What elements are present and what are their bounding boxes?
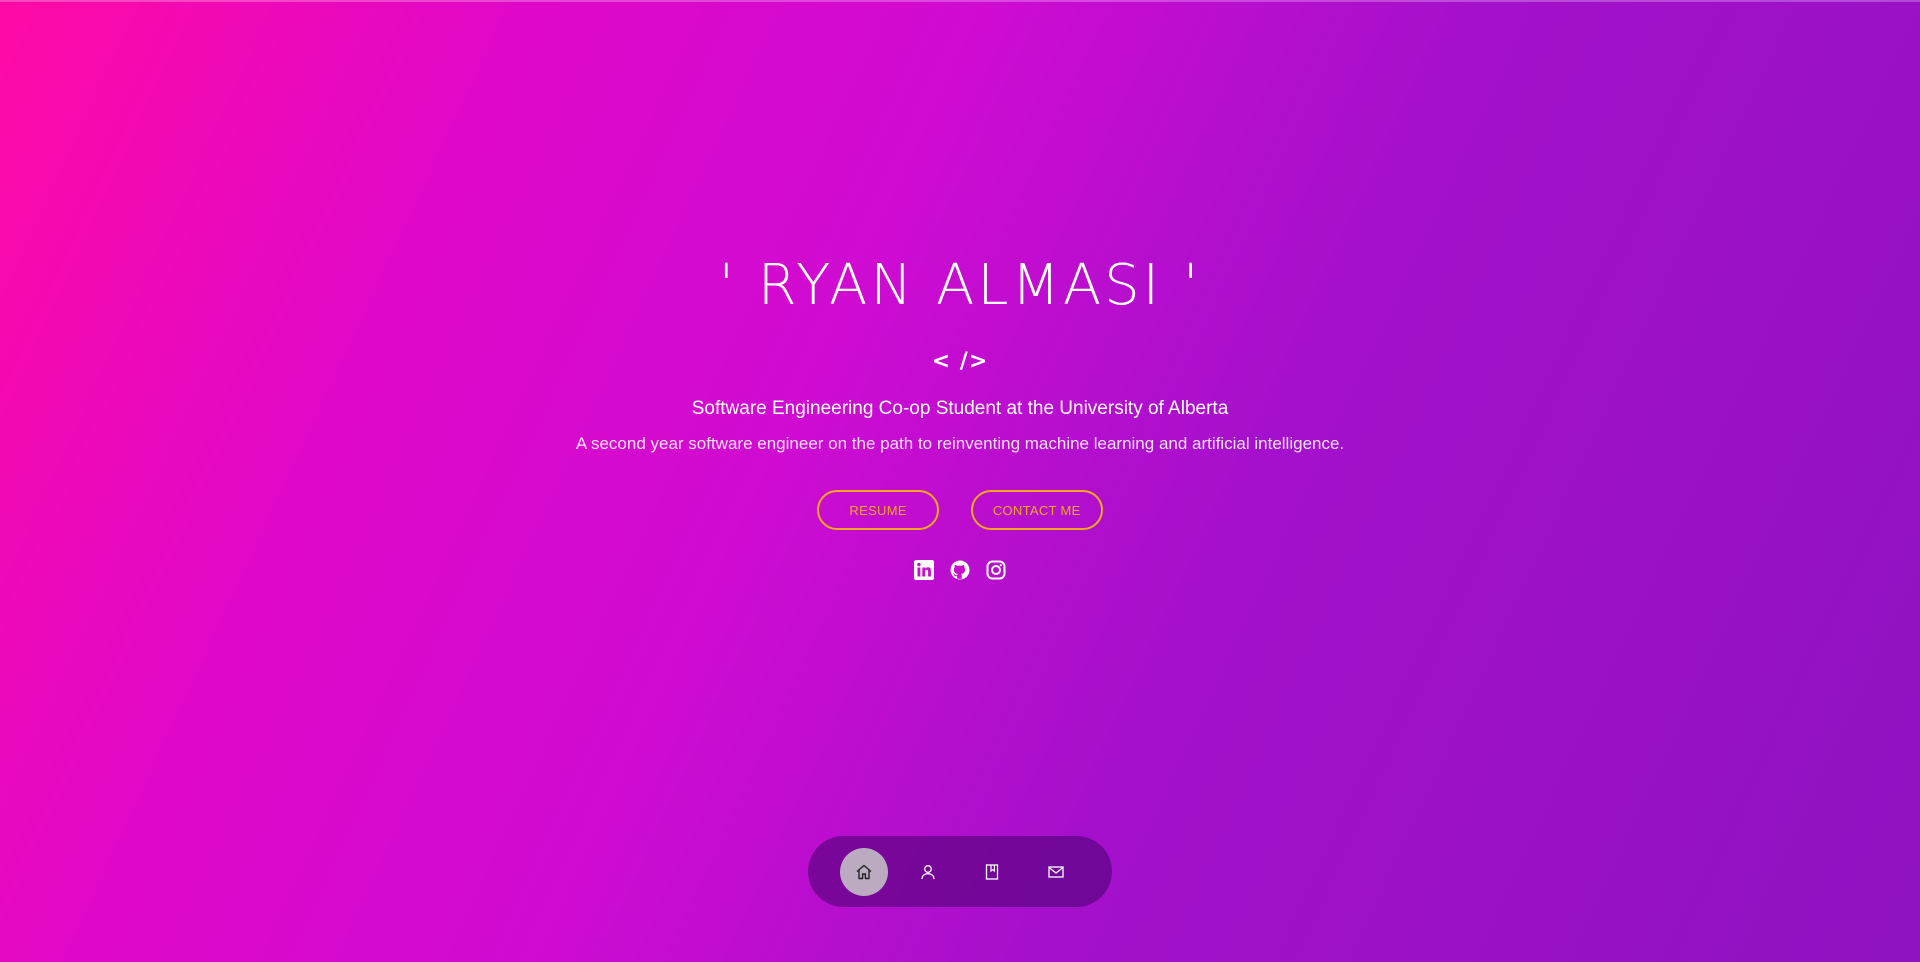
hero-buttons: RESUME CONTACT ME — [0, 490, 1920, 530]
book-icon — [985, 863, 999, 880]
hero-description: A second year software engineer on the p… — [575, 434, 1345, 453]
page-title: ' RYAN ALMASI ' — [718, 253, 1202, 318]
mail-icon — [1048, 865, 1064, 878]
resume-button[interactable]: RESUME — [817, 490, 939, 530]
hero-section: ' RYAN ALMASI ' < /> Software Engineerin… — [0, 246, 1920, 580]
social-links — [0, 560, 1920, 580]
nav-home[interactable] — [840, 847, 888, 896]
contact-me-button[interactable]: CONTACT ME — [970, 490, 1103, 530]
nav-resume[interactable] — [968, 848, 1016, 896]
nav-contact[interactable] — [1032, 848, 1080, 896]
home-icon — [856, 864, 872, 879]
code-tag-symbol: < /> — [931, 349, 989, 374]
hero-subtitle: Software Engineering Co-op Student at th… — [691, 398, 1229, 419]
user-icon — [921, 864, 935, 879]
bottom-nav-dock — [808, 836, 1112, 907]
top-border — [0, 0, 1920, 2]
instagram-icon[interactable] — [986, 560, 1006, 580]
linkedin-icon[interactable] — [914, 560, 934, 580]
github-icon[interactable] — [950, 560, 970, 580]
nav-about[interactable] — [904, 848, 952, 896]
